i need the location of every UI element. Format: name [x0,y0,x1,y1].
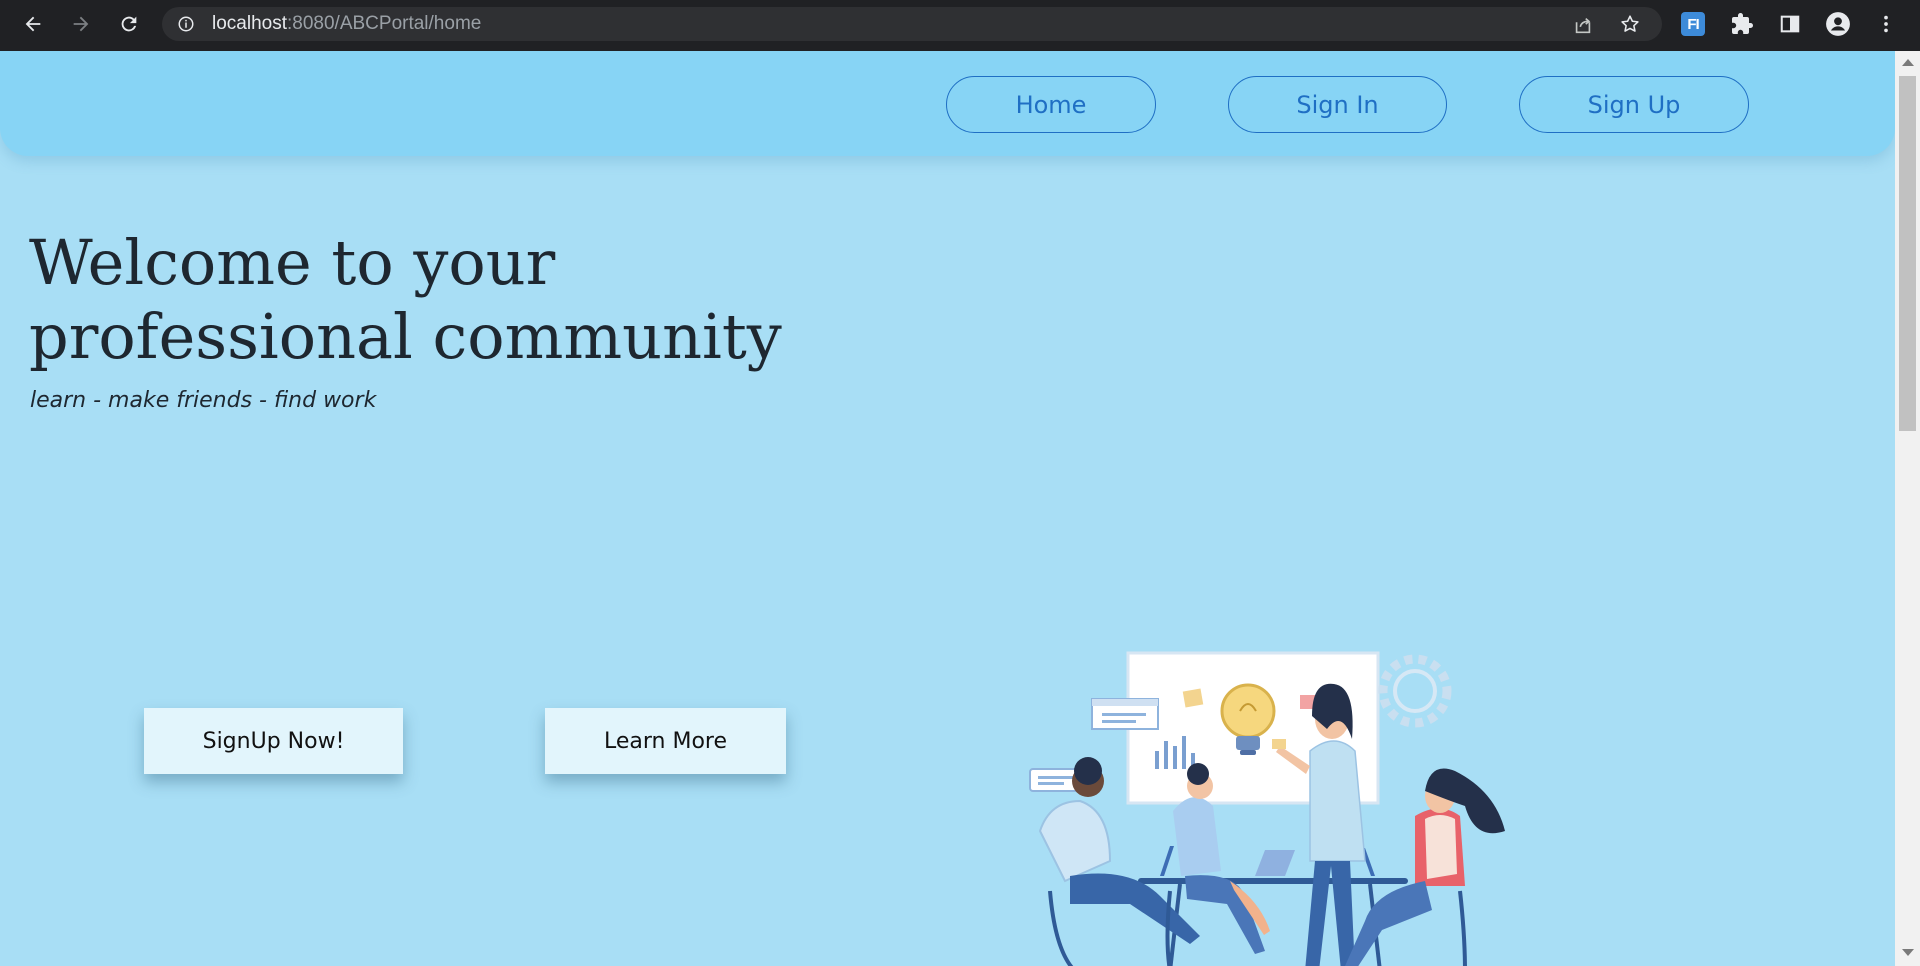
menu-button[interactable] [1872,10,1900,38]
profile-button[interactable] [1824,10,1852,38]
share-icon[interactable] [1572,14,1594,36]
avatar-icon [1826,12,1850,36]
reload-icon [121,16,137,32]
extension-fi-icon: FI [1681,12,1705,36]
page-viewport: Home Sign In Sign Up Welcome to your pro… [0,51,1895,966]
forward-button[interactable] [66,9,96,39]
kebab-menu-icon [1884,15,1888,33]
page-scrollbar[interactable] [1895,51,1920,966]
url-host: localhost [212,13,287,34]
learn-more-button[interactable]: Learn More [545,708,786,774]
team-meeting-illustration [1029,651,1505,966]
hero-title: Welcome to your professional community [29,226,782,373]
extension-fi-button[interactable]: FI [1679,10,1707,38]
extensions-button[interactable] [1728,10,1756,38]
site-navbar: Home Sign In Sign Up [0,51,1895,156]
gear-icon [1378,654,1452,728]
back-arrow-icon [25,16,41,32]
browser-toolbar: localhost:8080/ABCPortal/home FI [0,0,1920,51]
nav-home-link[interactable]: Home [946,76,1156,133]
back-button[interactable] [18,9,48,39]
site-info-icon[interactable] [177,15,195,33]
forward-arrow-icon [73,16,89,32]
nav-sign-up-link[interactable]: Sign Up [1519,76,1749,133]
browser-window-icon [1091,698,1159,730]
signup-now-button[interactable]: SignUp Now! [144,708,403,774]
scroll-down-arrow-icon[interactable] [1902,949,1914,956]
nav-sign-in-link[interactable]: Sign In [1228,76,1447,133]
scroll-up-arrow-icon[interactable] [1902,59,1914,66]
side-panel-button[interactable] [1776,10,1804,38]
url-text: localhost:8080/ABCPortal/home [212,7,481,41]
side-panel-icon [1780,15,1800,33]
address-bar[interactable]: localhost:8080/ABCPortal/home [162,7,1662,41]
url-path: :8080/ABCPortal/home [287,13,482,34]
table-shape [1138,878,1408,884]
hero-subtitle: learn - make friends - find work [30,388,377,413]
laptop-icon [1160,846,1174,876]
puzzle-icon [1732,13,1753,34]
scrollbar-thumb[interactable] [1899,76,1916,431]
sticky-note-shape [1182,688,1204,708]
laptop-icon [1255,850,1295,876]
bookmark-star-icon[interactable] [1619,13,1641,35]
reload-button[interactable] [114,9,144,39]
